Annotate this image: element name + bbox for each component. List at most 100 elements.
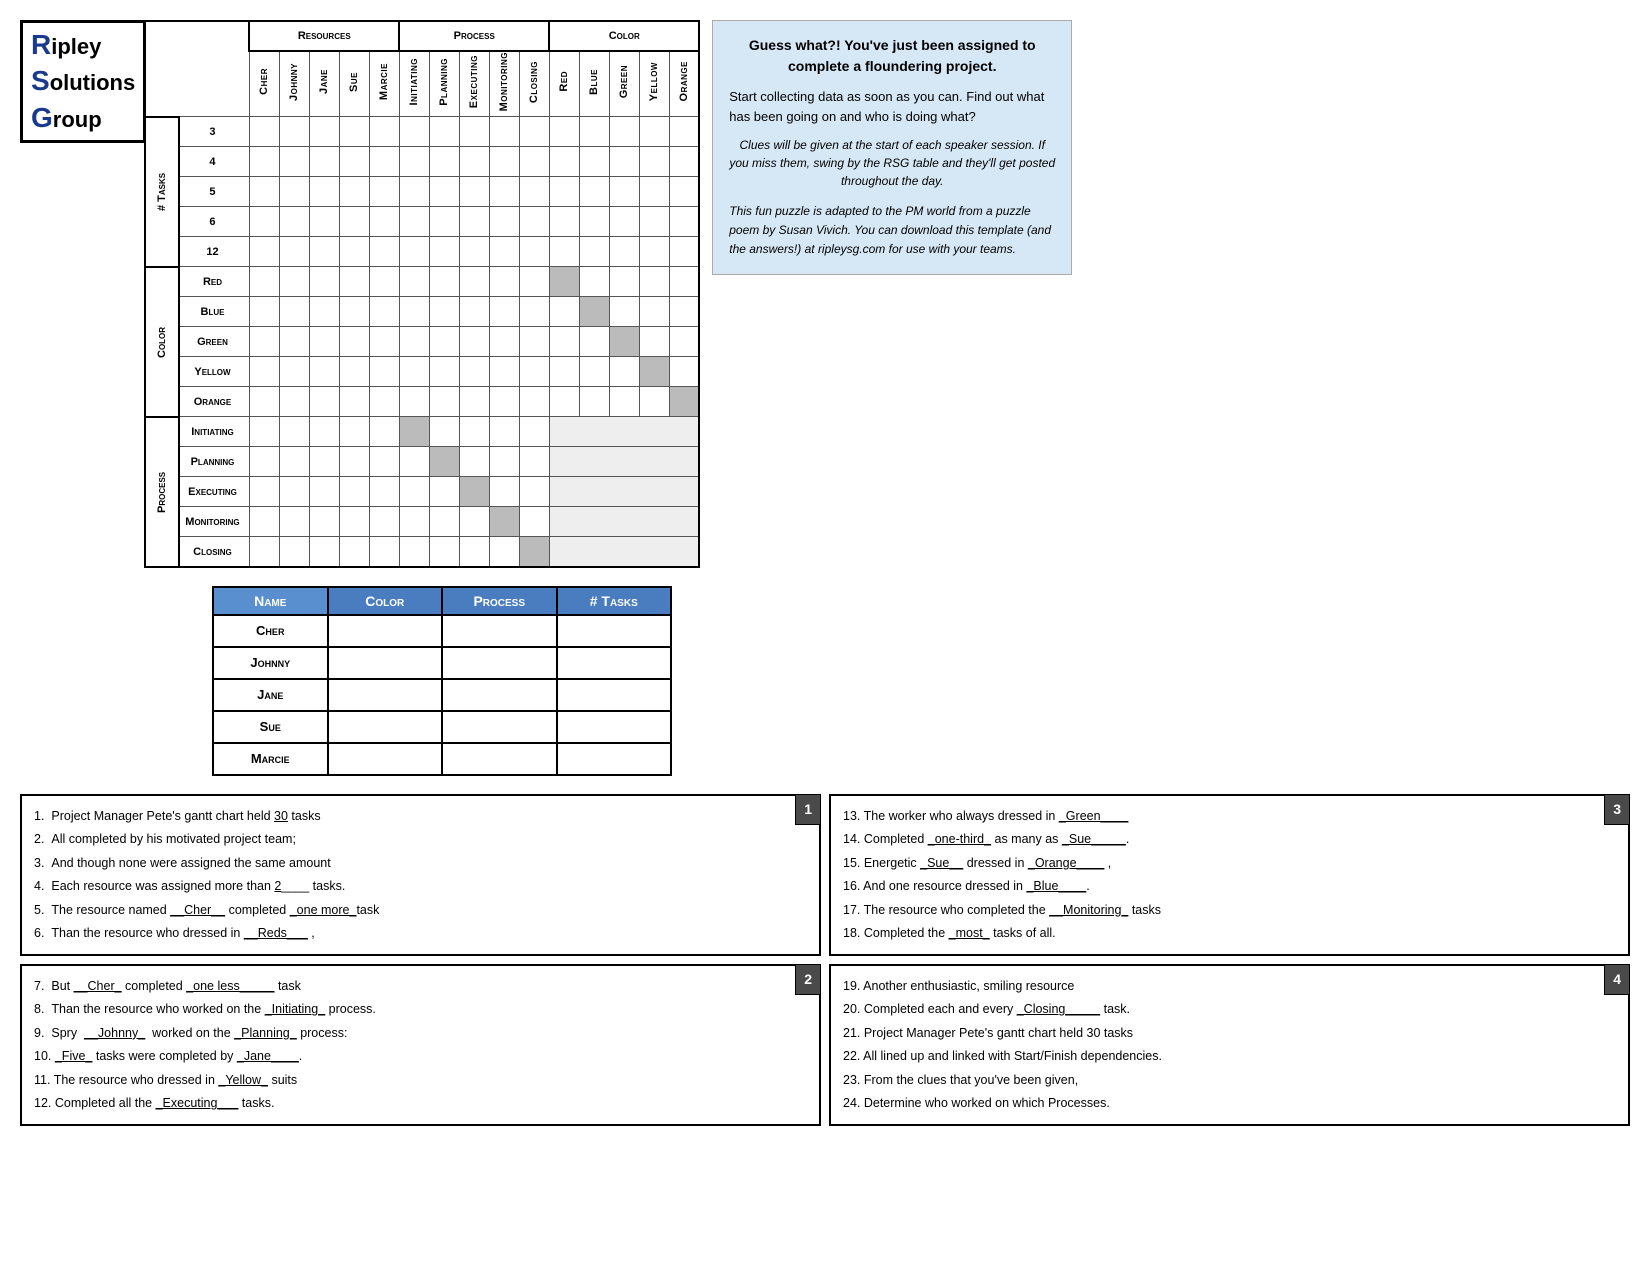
answer-color-marcie[interactable] xyxy=(328,743,443,775)
answer-process-marcie[interactable] xyxy=(442,743,557,775)
answer-process-jane[interactable] xyxy=(442,679,557,711)
process-label-initiating: Initiating xyxy=(179,417,249,447)
process-label-closing: Closing xyxy=(179,537,249,567)
tasks-row-12: 12 xyxy=(145,237,699,267)
puzzle-and-answer: Ripley Solutions Group Resources xyxy=(20,20,700,776)
info-clue-note: Clues will be given at the start of each… xyxy=(729,136,1055,190)
answer-row-cher: Cher xyxy=(213,615,671,647)
col-orange: Orange xyxy=(669,51,699,117)
process-row-monitoring: Monitoring xyxy=(145,507,699,537)
logo-r: R xyxy=(31,27,51,63)
clue-box-2: 2 7. But __Cher_ completed _one less____… xyxy=(20,964,821,1126)
answer-tasks-johnny[interactable] xyxy=(557,647,672,679)
logo-g: G xyxy=(31,100,53,136)
process-section-label: Process xyxy=(145,417,179,567)
col-planning: Planning xyxy=(429,51,459,117)
process-row-planning: Planning xyxy=(145,447,699,477)
answer-tasks-marcie[interactable] xyxy=(557,743,672,775)
clue-number-1: 1 xyxy=(795,794,821,825)
col-monitoring: Monitoring xyxy=(489,51,519,117)
process-row-closing: Closing xyxy=(145,537,699,567)
clue-number-2: 2 xyxy=(795,964,821,995)
process-label-planning: Planning xyxy=(179,447,249,477)
col-jane: Jane xyxy=(309,51,339,117)
answer-row-jane: Jane xyxy=(213,679,671,711)
col-yellow: Yellow xyxy=(639,51,669,117)
color-header: Color xyxy=(549,21,699,51)
logo-line2: olutions xyxy=(50,70,136,95)
answer-row-marcie: Marcie xyxy=(213,743,671,775)
answer-process-cher[interactable] xyxy=(442,615,557,647)
col-green: Green xyxy=(609,51,639,117)
answer-name-sue: Sue xyxy=(213,711,328,743)
clue-number-4: 4 xyxy=(1604,964,1630,995)
main-top: Ripley Solutions Group Resources xyxy=(20,20,1630,776)
logo-line3: roup xyxy=(53,107,102,132)
answer-header-name: Name xyxy=(213,587,328,615)
answer-process-sue[interactable] xyxy=(442,711,557,743)
col-marcie: Marcie xyxy=(369,51,399,117)
answer-color-johnny[interactable] xyxy=(328,647,443,679)
col-red: Red xyxy=(549,51,579,117)
col-initiating: Initiating xyxy=(399,51,429,117)
answer-table-container: Name Color Process # Tasks Cher xyxy=(212,586,700,776)
answer-row-sue: Sue xyxy=(213,711,671,743)
task-label-6: 6 xyxy=(179,207,249,237)
answer-color-sue[interactable] xyxy=(328,711,443,743)
tasks-row-5: 5 xyxy=(145,177,699,207)
answer-name-johnny: Johnny xyxy=(213,647,328,679)
answer-color-jane[interactable] xyxy=(328,679,443,711)
color-label-green: Green xyxy=(179,327,249,357)
info-box: Guess what?! You've just been assigned t… xyxy=(712,20,1072,275)
main-puzzle-grid: Resources Process Color Cher Johnny xyxy=(144,20,700,568)
clue-number-3: 3 xyxy=(1604,794,1630,825)
col-blue: Blue xyxy=(579,51,609,117)
tasks-row-3: # Tasks 3 xyxy=(145,117,699,147)
process-label-executing: Executing xyxy=(179,477,249,507)
process-row-executing: Executing xyxy=(145,477,699,507)
tasks-row-4: 4 xyxy=(145,147,699,177)
answer-tasks-sue[interactable] xyxy=(557,711,672,743)
answer-process-johnny[interactable] xyxy=(442,647,557,679)
task-label-5: 5 xyxy=(179,177,249,207)
color-row-blue: Blue xyxy=(145,297,699,327)
col-executing: Executing xyxy=(459,51,489,117)
col-johnny: Johnny xyxy=(279,51,309,117)
resources-header: Resources xyxy=(249,21,399,51)
process-header: Process xyxy=(399,21,549,51)
task-label-4: 4 xyxy=(179,147,249,177)
page-container: Ripley Solutions Group Resources xyxy=(20,20,1630,1126)
answer-header-color: Color xyxy=(328,587,443,615)
task-label-12: 12 xyxy=(179,237,249,267)
answer-tasks-cher[interactable] xyxy=(557,615,672,647)
tasks-row-6: 6 xyxy=(145,207,699,237)
answer-tasks-jane[interactable] xyxy=(557,679,672,711)
answer-header-tasks: # Tasks xyxy=(557,587,672,615)
color-row-green: Green xyxy=(145,327,699,357)
answer-table: Name Color Process # Tasks Cher xyxy=(212,586,672,776)
color-label-blue: Blue xyxy=(179,297,249,327)
logo-line1: ipley xyxy=(51,34,101,59)
info-title: Guess what?! You've just been assigned t… xyxy=(729,35,1055,77)
answer-name-marcie: Marcie xyxy=(213,743,328,775)
answer-color-cher[interactable] xyxy=(328,615,443,647)
color-row-red: Color Red xyxy=(145,267,699,297)
col-closing: Closing xyxy=(519,51,549,117)
color-label-yellow: Yellow xyxy=(179,357,249,387)
info-body: Start collecting data as soon as you can… xyxy=(729,87,1055,126)
tasks-section-label: # Tasks xyxy=(145,117,179,267)
info-footer: This fun puzzle is adapted to the PM wor… xyxy=(729,202,1055,260)
process-row-initiating: Process Initiating xyxy=(145,417,699,447)
clue-box-3: 3 13. The worker who always dressed in _… xyxy=(829,794,1630,956)
logo-s: S xyxy=(31,63,50,99)
clue-box-1: 1 1. Project Manager Pete's gantt chart … xyxy=(20,794,821,956)
answer-header-process: Process xyxy=(442,587,557,615)
task-label-3: 3 xyxy=(179,117,249,147)
color-label-orange: Orange xyxy=(179,387,249,417)
color-section-label: Color xyxy=(145,267,179,417)
col-sue: Sue xyxy=(339,51,369,117)
clues-section: 1 1. Project Manager Pete's gantt chart … xyxy=(20,794,1630,1126)
color-row-orange: Orange xyxy=(145,387,699,417)
answer-row-johnny: Johnny xyxy=(213,647,671,679)
col-cher: Cher xyxy=(249,51,279,117)
